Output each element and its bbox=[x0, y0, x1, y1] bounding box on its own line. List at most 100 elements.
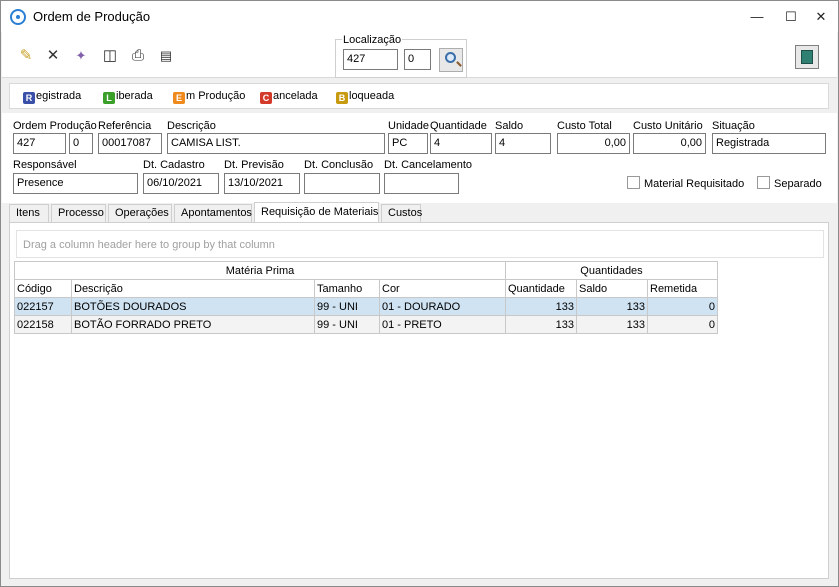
quantidade-field[interactable]: 4 bbox=[430, 133, 492, 154]
status-label: ancelada bbox=[273, 90, 318, 102]
cell-quantidade: 133 bbox=[505, 315, 577, 334]
unidade-label: Unidade bbox=[388, 120, 429, 132]
exit-icon bbox=[801, 50, 813, 64]
tab-custos[interactable]: Custos bbox=[381, 204, 422, 222]
maximize-icon[interactable]: ☐ bbox=[774, 1, 808, 32]
ordem-producao-sub-field[interactable]: 0 bbox=[69, 133, 93, 154]
referencia-label: Referência bbox=[98, 120, 152, 132]
location-group: Localização 427 0 bbox=[335, 34, 467, 78]
status-cancelada[interactable]: Cancelada bbox=[260, 90, 318, 104]
custo-total-label: Custo Total bbox=[557, 120, 612, 132]
location-input[interactable]: 427 bbox=[343, 49, 398, 70]
search-button[interactable] bbox=[439, 48, 463, 72]
table-row[interactable]: 022158 BOTÃO FORRADO PRETO 99 - UNI 01 -… bbox=[14, 315, 718, 334]
dt-conclusao-label: Dt. Conclusão bbox=[304, 159, 374, 171]
cell-codigo: 022157 bbox=[14, 297, 72, 316]
status-icon: C bbox=[260, 92, 272, 104]
status-registrada[interactable]: Registrada bbox=[23, 90, 81, 104]
magic-wand-icon[interactable]: ✦ bbox=[72, 47, 90, 65]
printer-icon[interactable]: ⎙ bbox=[129, 47, 147, 65]
dt-cancelamento-field[interactable] bbox=[384, 173, 459, 194]
cell-cor: 01 - DOURADO bbox=[379, 297, 506, 316]
cell-remetida: 0 bbox=[647, 297, 718, 316]
cell-descricao: BOTÕES DOURADOS bbox=[71, 297, 315, 316]
report-icon[interactable]: ▤ bbox=[157, 47, 175, 65]
tab-apontamentos[interactable]: Apontamentos bbox=[174, 204, 252, 222]
dt-cadastro-label: Dt. Cadastro bbox=[143, 159, 205, 171]
material-requisitado-checkbox[interactable] bbox=[627, 176, 640, 189]
tab-processo[interactable]: Processo bbox=[51, 204, 106, 222]
cell-codigo: 022158 bbox=[14, 315, 72, 334]
status-label: loqueada bbox=[349, 90, 395, 102]
status-filter-bar: Registrada Liberada Em Produção Cancelad… bbox=[9, 83, 829, 109]
status-icon: B bbox=[336, 92, 348, 104]
descricao-field[interactable]: CAMISA LIST. bbox=[167, 133, 385, 154]
exit-button[interactable] bbox=[795, 45, 819, 69]
custo-unitario-label: Custo Unitário bbox=[633, 120, 703, 132]
saldo-field[interactable]: 4 bbox=[495, 133, 551, 154]
custo-unitario-field[interactable]: 0,00 bbox=[633, 133, 706, 154]
cell-saldo: 133 bbox=[576, 297, 648, 316]
dt-conclusao-field[interactable] bbox=[304, 173, 380, 194]
status-bloqueada[interactable]: Bloqueada bbox=[336, 90, 394, 104]
cell-tamanho: 99 - UNI bbox=[314, 297, 380, 316]
referencia-field[interactable]: 00017087 bbox=[98, 133, 162, 154]
separado-label: Separado bbox=[774, 178, 822, 190]
col-quantidade[interactable]: Quantidade bbox=[505, 279, 577, 298]
band-materia-prima: Matéria Prima bbox=[14, 261, 506, 280]
group-by-panel[interactable]: Drag a column header here to group by th… bbox=[16, 230, 824, 258]
table-row[interactable]: 022157 BOTÕES DOURADOS 99 - UNI 01 - DOU… bbox=[14, 297, 718, 316]
responsavel-field[interactable]: Presence bbox=[13, 173, 138, 194]
col-saldo[interactable]: Saldo bbox=[576, 279, 648, 298]
cell-remetida: 0 bbox=[647, 315, 718, 334]
print-preview-icon[interactable]: ◫ bbox=[101, 47, 119, 65]
separado-checkbox[interactable] bbox=[757, 176, 770, 189]
saldo-label: Saldo bbox=[495, 120, 524, 132]
location-label: Localização bbox=[342, 34, 403, 46]
dt-cadastro-field[interactable]: 06/10/2021 bbox=[143, 173, 219, 194]
dt-cancelamento-label: Dt. Cancelamento bbox=[384, 159, 473, 171]
status-label: iberada bbox=[116, 90, 153, 102]
materials-grid: Matéria Prima Quantidades Código Descriç… bbox=[14, 261, 718, 334]
cell-saldo: 133 bbox=[576, 315, 648, 334]
production-order-window: Ordem de Produção — ☐ ✕ ✎ ✕ ✦ ◫ ⎙ ▤ Loca… bbox=[0, 0, 839, 587]
location-sub-input[interactable]: 0 bbox=[404, 49, 431, 70]
toolbar: ✎ ✕ ✦ ◫ ⎙ ▤ Localização 427 0 bbox=[2, 32, 837, 78]
cell-descricao: BOTÃO FORRADO PRETO bbox=[71, 315, 315, 334]
responsavel-label: Responsável bbox=[13, 159, 77, 171]
status-em-producao[interactable]: Em Produção bbox=[173, 90, 245, 104]
material-requisitado-label: Material Requisitado bbox=[644, 178, 745, 190]
title-bar: Ordem de Produção — ☐ ✕ bbox=[1, 1, 838, 32]
ordem-producao-field[interactable]: 427 bbox=[13, 133, 66, 154]
situacao-field[interactable]: Registrada bbox=[712, 133, 826, 154]
col-cor[interactable]: Cor bbox=[379, 279, 506, 298]
status-icon: L bbox=[103, 92, 115, 104]
quantidade-label: Quantidade bbox=[430, 120, 487, 132]
unidade-field[interactable]: PC bbox=[388, 133, 428, 154]
order-fields: Ordem Produção 427 0 Referência 00017087… bbox=[2, 113, 837, 203]
dt-previsao-field[interactable]: 13/10/2021 bbox=[224, 173, 300, 194]
ordem-producao-label: Ordem Produção bbox=[13, 120, 97, 132]
col-codigo[interactable]: Código bbox=[14, 279, 72, 298]
status-label: egistrada bbox=[36, 90, 82, 102]
minimize-icon[interactable]: — bbox=[740, 1, 774, 32]
tab-requisicao-materiais[interactable]: Requisição de Materiais bbox=[254, 202, 379, 223]
status-icon: E bbox=[173, 92, 185, 104]
status-liberada[interactable]: Liberada bbox=[103, 90, 153, 104]
status-label: m Produção bbox=[186, 90, 246, 102]
search-icon bbox=[445, 52, 456, 63]
col-tamanho[interactable]: Tamanho bbox=[314, 279, 380, 298]
col-remetida[interactable]: Remetida bbox=[647, 279, 718, 298]
cell-quantidade: 133 bbox=[505, 297, 577, 316]
new-record-icon[interactable]: ✎ bbox=[17, 47, 35, 65]
tab-operacoes[interactable]: Operações bbox=[108, 204, 172, 222]
delete-icon[interactable]: ✕ bbox=[44, 47, 62, 65]
app-icon bbox=[10, 9, 26, 25]
tab-itens[interactable]: Itens bbox=[9, 204, 49, 222]
materials-panel: Drag a column header here to group by th… bbox=[9, 222, 829, 579]
close-icon[interactable]: ✕ bbox=[804, 1, 838, 32]
col-descricao[interactable]: Descrição bbox=[71, 279, 315, 298]
custo-total-field[interactable]: 0,00 bbox=[557, 133, 630, 154]
window-title: Ordem de Produção bbox=[33, 9, 151, 24]
descricao-label: Descrição bbox=[167, 120, 216, 132]
